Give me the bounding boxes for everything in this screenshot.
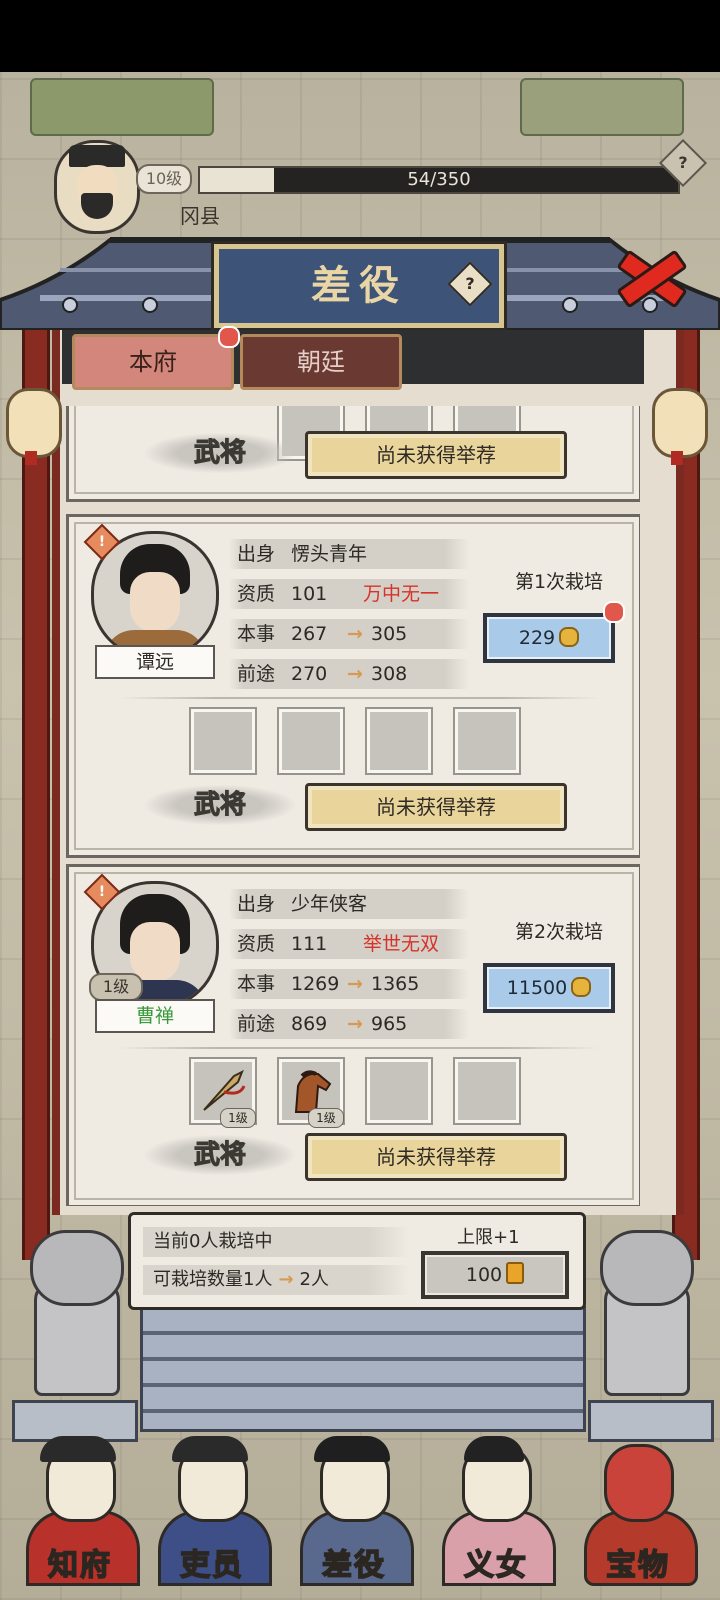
nav-liyuan[interactable]: 吏员: [148, 1430, 276, 1600]
aptitude-rank: 万中无一: [363, 583, 440, 605]
nav-chaiyi[interactable]: 差役: [290, 1430, 418, 1600]
cultivate-button[interactable]: 229: [483, 613, 615, 663]
role-label: 武将: [145, 1135, 295, 1175]
recommend-button[interactable]: 尚未获得举荐: [305, 1133, 567, 1181]
item-level: 1级: [308, 1108, 344, 1128]
cultivate-count: 第2次栽培: [514, 921, 604, 943]
stat-skill: 本事 1269 → 1365: [229, 969, 469, 999]
servant-card: 武将 尚未获得举荐: [66, 406, 640, 502]
equipment-slot[interactable]: [453, 1057, 521, 1125]
nav-yinv[interactable]: 义女: [432, 1430, 560, 1600]
stairs-decoration: [140, 1306, 586, 1432]
notification-dot: [603, 601, 625, 623]
increase-limit-button[interactable]: 100: [421, 1251, 569, 1299]
cultivate-capacity: 可栽培数量1人 → 2人: [143, 1265, 409, 1295]
field-decor: [520, 78, 684, 136]
arrow-right-icon: →: [278, 1269, 294, 1290]
field-decor: [30, 78, 214, 136]
aptitude-rank: 举世无双: [363, 933, 440, 955]
current-cultivating: 当前0人栽培中: [143, 1227, 409, 1257]
bottom-nav: 知府 吏员 差役 义女 宝物: [0, 1430, 720, 1600]
tab-benfu[interactable]: 本府: [72, 334, 234, 390]
stone-lion-left: [24, 1230, 124, 1400]
equipment-slot[interactable]: 1级: [277, 1057, 345, 1128]
stat-origin: 出身 愣头青年: [229, 539, 469, 569]
tab-notification-dot: [218, 326, 240, 348]
stat-aptitude: 资质 101 万中无一: [229, 579, 469, 609]
role-label: 武将: [145, 785, 295, 825]
stat-future: 前途 270 → 308: [229, 659, 469, 689]
cultivate-count: 第1次栽培: [514, 571, 604, 593]
stat-aptitude: 资质 111 举世无双: [229, 929, 469, 959]
divider: [119, 697, 599, 699]
nav-zhifu[interactable]: 知府: [16, 1430, 144, 1600]
divider: [119, 1047, 599, 1049]
item-level: 1级: [220, 1108, 256, 1128]
stat-origin: 出身 少年侠客: [229, 889, 469, 919]
arrow-right-icon: →: [347, 663, 363, 685]
stat-future: 前途 869 → 965: [229, 1009, 469, 1039]
recommend-button[interactable]: 尚未获得举荐: [305, 431, 567, 479]
question-icon: ?: [465, 274, 475, 293]
recommend-button[interactable]: 尚未获得举荐: [305, 783, 567, 831]
cultivation-info: 当前0人栽培中 可栽培数量1人 → 2人 上限+1 100: [128, 1212, 586, 1310]
tab-chaoting[interactable]: 朝廷: [240, 334, 402, 390]
coin-icon: [571, 977, 592, 997]
equipment-slot[interactable]: 1级: [189, 1057, 257, 1128]
stat-skill: 本事 267 → 305: [229, 619, 469, 649]
servant-card: ! 谭远 出身 愣头青年 资质 101 万中无一 本事 267 → 305 前途 270 …: [66, 514, 640, 858]
lantern-left: [6, 388, 62, 465]
close-button[interactable]: [610, 240, 688, 310]
lantern-right: [652, 388, 708, 465]
equipment-slot[interactable]: [277, 707, 345, 775]
servant-name: 谭远: [95, 645, 215, 679]
equipment-slot[interactable]: [189, 707, 257, 775]
token-icon: [506, 1262, 525, 1284]
status-bar: [0, 0, 720, 72]
role-label: 武将: [145, 433, 295, 473]
coin-icon: [559, 627, 580, 647]
nav-baowu[interactable]: 宝物: [574, 1430, 702, 1600]
xp-text: 54/350: [407, 169, 471, 190]
player-level-badge: 10级: [136, 164, 192, 194]
equipment-slot[interactable]: [365, 707, 433, 775]
limit-label: 上限+1: [457, 1227, 520, 1248]
equipment-slot[interactable]: [453, 707, 521, 775]
servant-level-badge: 1级: [89, 973, 143, 1001]
cultivate-button[interactable]: 11500: [483, 963, 615, 1013]
xp-bar: 54/350: [198, 166, 680, 194]
arrow-right-icon: →: [347, 623, 363, 645]
servant-list[interactable]: 武将 尚未获得举荐 ! 谭远 出身 愣头青年 资质 101 万中无一 本事 267 →…: [66, 406, 640, 1206]
servant-name: 曹禅: [95, 999, 215, 1033]
stone-lion-right: [594, 1230, 694, 1400]
question-icon: ?: [678, 153, 688, 172]
servant-card: ! 1级 曹禅 出身 少年侠客 资质 111 举世无双 本事 1269 → 1365 前…: [66, 864, 640, 1206]
equipment-slot[interactable]: [365, 1057, 433, 1125]
arrow-right-icon: →: [347, 1013, 363, 1035]
arrow-right-icon: →: [347, 973, 363, 995]
